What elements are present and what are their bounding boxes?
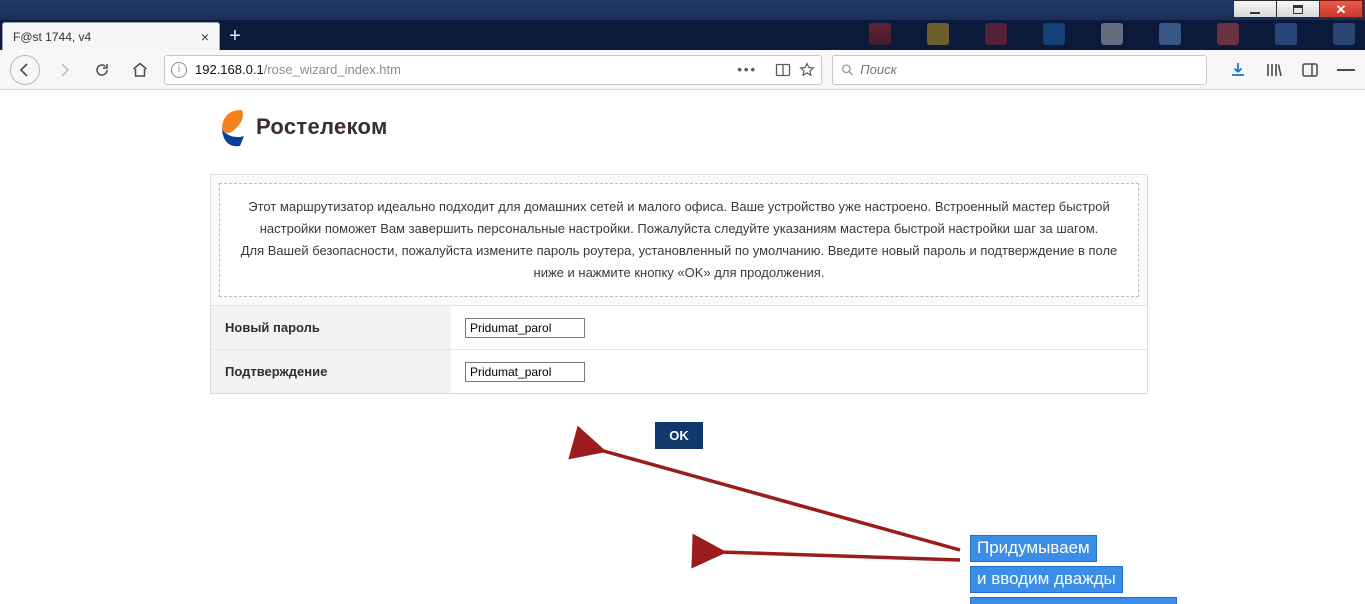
new-password-label: Новый пароль [211,306,451,349]
brand-name: Ростелеком [256,114,388,140]
search-input[interactable] [860,62,1198,77]
url-host: 192.168.0.1 [195,62,264,77]
menu-button[interactable] [1337,61,1355,79]
ok-button[interactable]: OK [655,422,703,449]
confirm-password-row: Подтверждение [211,349,1147,393]
library-icon[interactable] [1265,61,1283,79]
browser-tab-active[interactable]: F@st 1744, v4 × [2,22,220,50]
annotation-line-2: и вводим дважды [970,566,1123,593]
site-info-icon[interactable]: i [171,62,187,78]
annotation-text: Придумываем и вводим дважды пароль на вх… [970,535,1177,604]
os-close-button[interactable]: ✕ [1319,0,1363,18]
home-icon [131,61,149,79]
nav-forward-button[interactable] [50,56,78,84]
confirm-password-input[interactable] [465,362,585,382]
bookmark-star-icon[interactable] [799,62,815,78]
arrow-right-icon [56,62,72,78]
new-password-input[interactable] [465,318,585,338]
instructions-text-1: Этот маршрутизатор идеально подходит для… [234,196,1124,240]
confirm-password-label: Подтверждение [211,350,451,393]
search-icon [841,63,854,77]
brand-logo: Ростелеком [210,96,1365,174]
reader-view-icon[interactable] [775,62,791,78]
toolbar-right-group [1229,61,1355,79]
url-path: /rose_wizard_index.htm [264,62,401,77]
url-text: 192.168.0.1/rose_wizard_index.htm [195,62,401,77]
new-password-row: Новый пароль [211,305,1147,349]
address-bar[interactable]: i 192.168.0.1/rose_wizard_index.htm ••• [164,55,822,85]
instructions-text-2: Для Вашей безопасности, пожалуйста измен… [234,240,1124,284]
home-button[interactable] [126,56,154,84]
os-maximize-button[interactable] [1276,0,1320,18]
wizard-instructions: Этот маршрутизатор идеально подходит для… [219,183,1139,297]
reload-icon [94,62,110,78]
arrow-left-icon [17,62,33,78]
browser-tab-strip: F@st 1744, v4 × + [0,20,1365,50]
rostelecom-logo-icon [218,106,248,148]
taskbar-shortcuts-blurred [869,20,1355,45]
reload-button[interactable] [88,56,116,84]
annotation-line-1: Придумываем [970,535,1097,562]
search-bar[interactable] [832,55,1207,85]
wizard-panel: Этот маршрутизатор идеально подходит для… [210,174,1148,394]
page-content: Ростелеком Этот маршрутизатор идеально п… [0,90,1365,449]
tab-title: F@st 1744, v4 [13,30,91,44]
nav-back-button[interactable] [10,55,40,85]
annotation-line-3: пароль на вход в роутер [970,597,1177,604]
tab-close-button[interactable]: × [197,29,213,45]
close-glyph: ✕ [1336,3,1347,16]
os-title-bar: ✕ [0,0,1365,20]
downloads-icon[interactable] [1229,61,1247,79]
sidebar-icon[interactable] [1301,61,1319,79]
browser-toolbar: i 192.168.0.1/rose_wizard_index.htm ••• [0,50,1365,90]
page-actions-icon[interactable]: ••• [737,62,757,77]
os-minimize-button[interactable] [1233,0,1277,18]
new-tab-button[interactable]: + [220,22,250,50]
